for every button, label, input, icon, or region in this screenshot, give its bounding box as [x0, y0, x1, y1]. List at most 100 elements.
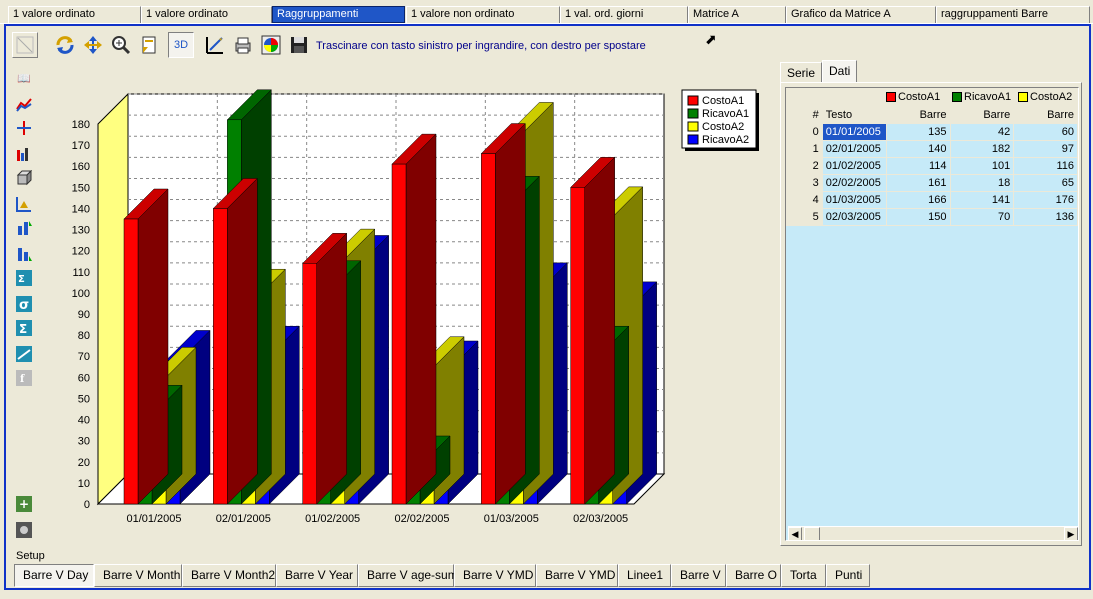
row-date[interactable]: 01/03/2005 [821, 191, 887, 209]
horizontal-scrollbar[interactable]: ◀ ▶ [788, 526, 1078, 540]
setup-button-2[interactable]: Barre V Month2 [182, 564, 276, 587]
y-tick-label: 150 [72, 182, 90, 194]
row-date[interactable]: 02/03/2005 [821, 208, 887, 226]
sigma-small-icon[interactable]: σ [14, 294, 34, 314]
row-value[interactable]: 150 [885, 208, 951, 226]
row-date[interactable]: 01/01/2005 [821, 123, 887, 141]
data-grid[interactable]: CostoA1 RicavoA1 CostoA2 # Testo Barre B… [785, 87, 1079, 541]
add-icon[interactable]: + [14, 494, 34, 514]
scroll-right-icon[interactable]: ▶ [1064, 527, 1078, 540]
palette-icon[interactable] [258, 32, 284, 58]
svg-text:f: f [20, 374, 25, 385]
bar-CostoA1[interactable] [123, 218, 139, 505]
table-row[interactable]: 3 02/02/2005 161 18 65 [786, 174, 1078, 192]
row-value[interactable]: 18 [949, 174, 1015, 192]
refresh-icon[interactable] [52, 32, 78, 58]
table-row[interactable]: 4 01/03/2005 166 141 176 [786, 191, 1078, 209]
sort-asc-icon[interactable] [14, 218, 34, 238]
bar-side[interactable] [137, 188, 169, 505]
tab-dati[interactable]: Dati [822, 60, 858, 82]
bar-CostoA1[interactable] [302, 263, 317, 505]
gear-icon[interactable] [14, 520, 34, 540]
row-value[interactable]: 60 [1013, 123, 1078, 141]
setup-button-1[interactable]: Barre V Month [94, 564, 182, 587]
row-value[interactable]: 161 [885, 174, 951, 192]
bar-side[interactable] [227, 177, 258, 505]
crosshair-icon[interactable] [14, 118, 34, 138]
tab-serie[interactable]: Serie [780, 62, 823, 82]
row-value[interactable]: 70 [949, 208, 1015, 226]
print-icon[interactable] [230, 32, 256, 58]
bar-chart[interactable]: 0 10 20 30 40 50 60 70 80 90 100 110 120 130 140 150 160… [42, 60, 772, 550]
bar-CostoA1[interactable] [391, 163, 407, 505]
row-value[interactable]: 182 [949, 140, 1015, 158]
bar-side[interactable] [316, 232, 347, 505]
chart-legend-label: CostoA2 [702, 121, 744, 133]
row-value[interactable]: 136 [1013, 208, 1078, 226]
row-value[interactable]: 97 [1013, 140, 1078, 158]
setup-button-7[interactable]: Linee1 [618, 564, 671, 587]
row-value[interactable]: 114 [885, 157, 951, 175]
edit-chart-icon[interactable] [202, 32, 228, 58]
page-icon[interactable] [136, 32, 162, 58]
chart-panel[interactable]: 0 10 20 30 40 50 60 70 80 90 100 110 120 130 140 150 160… [42, 60, 772, 550]
bar-CostoA1[interactable] [481, 153, 496, 505]
row-value[interactable]: 166 [885, 191, 951, 209]
zoom-rect-icon[interactable] [12, 32, 38, 58]
top-tab-3[interactable]: 1 valore non ordinato [406, 6, 560, 23]
sort-desc-icon[interactable] [14, 244, 34, 264]
row-date[interactable]: 01/02/2005 [821, 157, 887, 175]
table-row[interactable]: 2 01/02/2005 114 101 116 [786, 157, 1078, 175]
save-icon[interactable] [286, 32, 312, 58]
row-date[interactable]: 02/02/2005 [821, 174, 887, 192]
top-tab-4[interactable]: 1 val. ord. giorni [560, 6, 688, 23]
sum-n-icon[interactable]: Σ [14, 268, 34, 288]
bar-CostoA1[interactable] [213, 208, 228, 505]
table-row[interactable]: 1 02/01/2005 140 182 97 [786, 140, 1078, 158]
formula-icon[interactable]: f [14, 368, 34, 388]
table-row[interactable]: 5 02/03/2005 150 70 136 [786, 208, 1078, 226]
top-tab-6[interactable]: Grafico da Matrice A [786, 6, 936, 23]
bar-icon[interactable] [14, 144, 34, 164]
setup-button-4[interactable]: Barre V age-sum [358, 564, 458, 587]
row-value[interactable]: 176 [1013, 191, 1078, 209]
top-tab-1[interactable]: 1 valore ordinato [141, 6, 272, 23]
pan-icon[interactable] [80, 32, 106, 58]
cube-icon[interactable] [14, 168, 34, 188]
top-tab-7[interactable]: raggruppamenti Barre [936, 6, 1090, 23]
setup-button-6[interactable]: Barre V YMD [536, 564, 618, 587]
setup-button-5[interactable]: Barre V YMD [454, 564, 536, 587]
sigma-icon[interactable]: Σ [14, 318, 34, 338]
bar-side[interactable] [495, 122, 526, 505]
top-tab-0[interactable]: 1 valore ordinato [8, 6, 141, 23]
chart-legend-swatch [687, 121, 699, 132]
setup-button-3[interactable]: Barre V Year [276, 564, 358, 587]
bar-side[interactable] [584, 156, 615, 505]
row-value[interactable]: 42 [949, 123, 1015, 141]
top-tab-5[interactable]: Matrice A [688, 6, 786, 23]
trend-icon[interactable] [14, 344, 34, 364]
setup-button-8[interactable]: Barre V [671, 564, 726, 587]
row-value[interactable]: 135 [885, 123, 951, 141]
setup-button-9[interactable]: Barre O [726, 564, 781, 587]
scroll-left-icon[interactable]: ◀ [788, 527, 802, 540]
3d-toggle-button[interactable]: 3D [168, 32, 194, 58]
scroll-thumb[interactable] [804, 527, 820, 540]
table-row[interactable]: 0 01/01/2005 135 42 60 [786, 123, 1078, 141]
book-icon[interactable]: 📖 [14, 68, 34, 88]
top-tab-2[interactable]: Raggruppamenti [272, 6, 405, 23]
row-value[interactable]: 140 [885, 140, 951, 158]
row-value[interactable]: 141 [949, 191, 1015, 209]
chart-icon[interactable] [14, 94, 34, 114]
row-value[interactable]: 65 [1013, 174, 1078, 192]
axis-icon[interactable] [14, 194, 34, 214]
zoom-icon[interactable] [108, 32, 134, 58]
row-value[interactable]: 116 [1013, 157, 1078, 175]
bar-CostoA1[interactable] [570, 187, 585, 505]
row-value[interactable]: 101 [949, 157, 1015, 175]
row-date[interactable]: 02/01/2005 [821, 140, 887, 158]
bar-side[interactable] [405, 133, 437, 505]
setup-button-0[interactable]: Barre V Day [14, 564, 94, 587]
setup-button-11[interactable]: Punti [826, 564, 870, 587]
setup-button-10[interactable]: Torta [781, 564, 826, 587]
